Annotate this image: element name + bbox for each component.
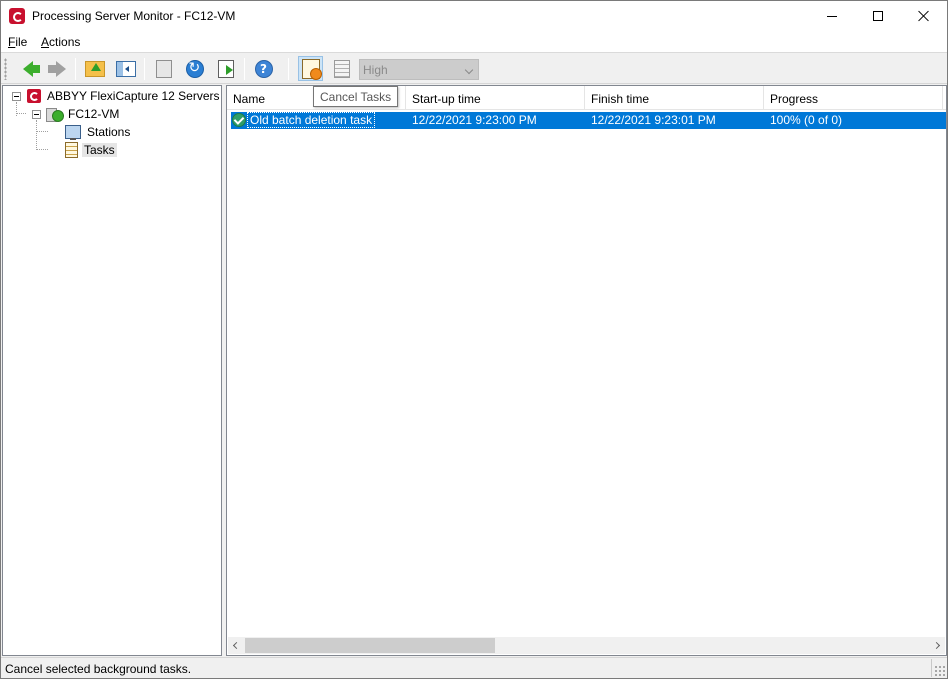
tree-root-label: ABBYY FlexiCapture 12 Servers: [47, 89, 220, 103]
tree-item-root[interactable]: ABBYY FlexiCapture 12 Servers: [27, 87, 222, 105]
chevron-left-icon: [232, 641, 241, 650]
status-divider: [931, 659, 932, 677]
tree-connector: [36, 149, 48, 150]
horizontal-scrollbar[interactable]: [228, 637, 945, 654]
tree-server-label: FC12-VM: [68, 107, 120, 121]
tasks-clipboard-icon: [65, 142, 78, 158]
scrollbar-thumb[interactable]: [245, 638, 495, 653]
back-button[interactable]: [15, 56, 40, 81]
chevron-right-icon: [932, 641, 941, 650]
scroll-left-button[interactable]: [228, 637, 245, 654]
priority-dropdown[interactable]: High: [359, 59, 479, 80]
menu-file[interactable]: File: [8, 35, 27, 49]
tree-stations-label: Stations: [87, 125, 131, 139]
minimize-icon: [827, 15, 837, 17]
back-arrow-icon: [22, 60, 40, 77]
task-finish-time-cell: 12/22/2021 9:23:01 PM: [591, 113, 716, 127]
minimize-button[interactable]: [809, 1, 855, 31]
status-bar: Cancel selected background tasks.: [1, 657, 947, 678]
refresh-icon: [185, 59, 204, 78]
app-window: Processing Server Monitor - FC12-VM File…: [0, 0, 948, 679]
log-icon: [333, 59, 350, 78]
export-icon: [217, 59, 234, 78]
toolbar-grip[interactable]: [4, 58, 7, 80]
priority-value: High: [363, 63, 388, 77]
abbyy-app-icon[interactable]: [9, 8, 25, 24]
cancel-tasks-button[interactable]: [298, 56, 323, 81]
tree-item-server[interactable]: FC12-VM: [46, 105, 121, 123]
resize-grip-icon[interactable]: [934, 665, 946, 677]
forward-button[interactable]: [44, 56, 69, 81]
server-running-icon: [46, 107, 64, 122]
title-bar[interactable]: Processing Server Monitor - FC12-VM: [1, 1, 947, 31]
help-icon: ?: [254, 59, 273, 78]
scroll-right-button[interactable]: [928, 637, 945, 654]
task-log-button[interactable]: [329, 56, 354, 81]
tree-connector: [36, 131, 48, 132]
up-folder-icon: [84, 60, 105, 77]
close-button[interactable]: [901, 1, 947, 31]
tree-item-tasks[interactable]: Tasks: [65, 141, 117, 159]
task-startup-time-cell: 12/22/2021 9:23:00 PM: [412, 113, 537, 127]
toolbar-separator: [75, 58, 76, 80]
up-level-button[interactable]: [82, 56, 107, 81]
properties-icon: [155, 59, 172, 78]
forward-arrow-icon: [47, 60, 66, 77]
abbyy-logo-icon: [27, 89, 41, 103]
chevron-down-icon: [464, 65, 474, 75]
status-text: Cancel selected background tasks.: [5, 662, 192, 676]
server-tree[interactable]: ABBYY FlexiCapture 12 Servers FC12-VM St…: [2, 85, 222, 656]
toolbar-separator: [244, 58, 245, 80]
tasks-list[interactable]: Name Start-up time Finish time Progress …: [226, 85, 947, 656]
collapse-root-toggle[interactable]: [12, 92, 21, 101]
show-hide-pane-icon: [115, 60, 136, 77]
close-icon: [918, 10, 930, 22]
properties-button[interactable]: [151, 56, 176, 81]
column-header-progress[interactable]: Progress: [764, 86, 943, 110]
cancel-tasks-icon: [301, 58, 322, 80]
tree-tasks-label: Tasks: [82, 143, 117, 157]
column-header-startup-time[interactable]: Start-up time: [406, 86, 585, 110]
stations-monitor-icon: [65, 125, 81, 140]
menu-actions[interactable]: Actions: [41, 35, 80, 49]
task-progress-cell: 100% (0 of 0): [770, 113, 843, 127]
window-title: Processing Server Monitor - FC12-VM: [32, 9, 236, 23]
refresh-button[interactable]: [182, 56, 207, 81]
tree-connector: [16, 113, 26, 114]
help-button[interactable]: ?: [251, 56, 276, 81]
tree-connector: [36, 120, 37, 150]
cancel-tasks-tooltip: Cancel Tasks: [313, 86, 399, 107]
collapse-server-toggle[interactable]: [32, 110, 41, 119]
toolbar-separator: [144, 58, 145, 80]
toolbar-separator: [288, 58, 289, 80]
menu-bar: File Actions: [1, 31, 947, 53]
maximize-icon: [873, 11, 883, 21]
task-name-cell[interactable]: Old batch deletion task: [246, 112, 376, 128]
completed-check-icon: [232, 113, 246, 127]
tree-item-stations[interactable]: Stations: [65, 123, 132, 141]
maximize-button[interactable]: [855, 1, 901, 31]
show-hide-tree-button[interactable]: [113, 56, 138, 81]
export-list-button[interactable]: [213, 56, 238, 81]
column-header-finish-time[interactable]: Finish time: [585, 86, 764, 110]
